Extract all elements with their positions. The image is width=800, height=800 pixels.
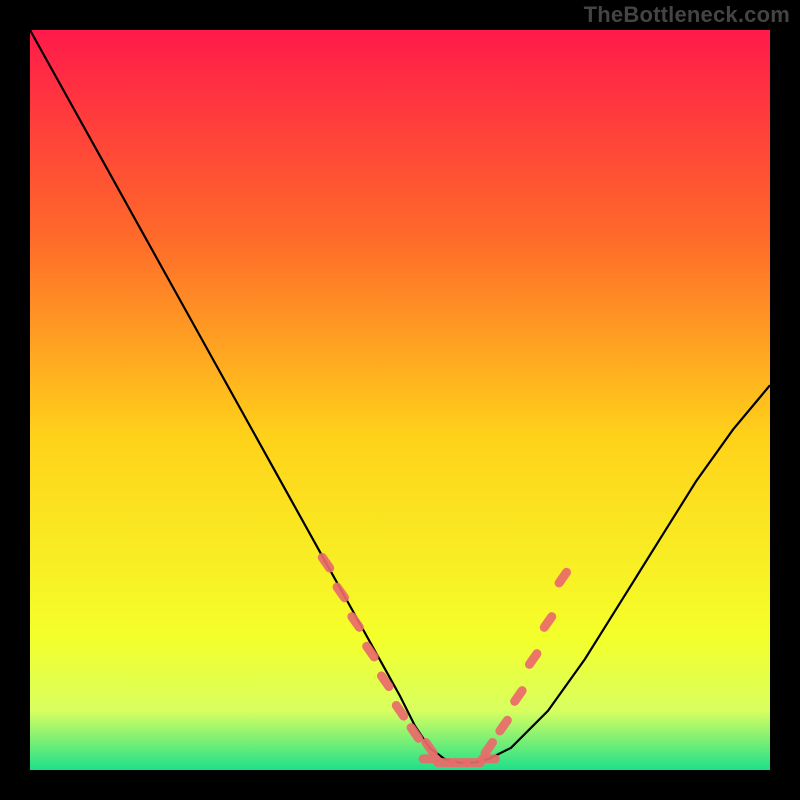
gradient-background — [30, 30, 770, 770]
curve-marker — [478, 754, 500, 763]
chart-frame: TheBottleneck.com — [0, 0, 800, 800]
plot-area — [30, 30, 770, 770]
chart-svg — [30, 30, 770, 770]
watermark-text: TheBottleneck.com — [584, 2, 790, 28]
